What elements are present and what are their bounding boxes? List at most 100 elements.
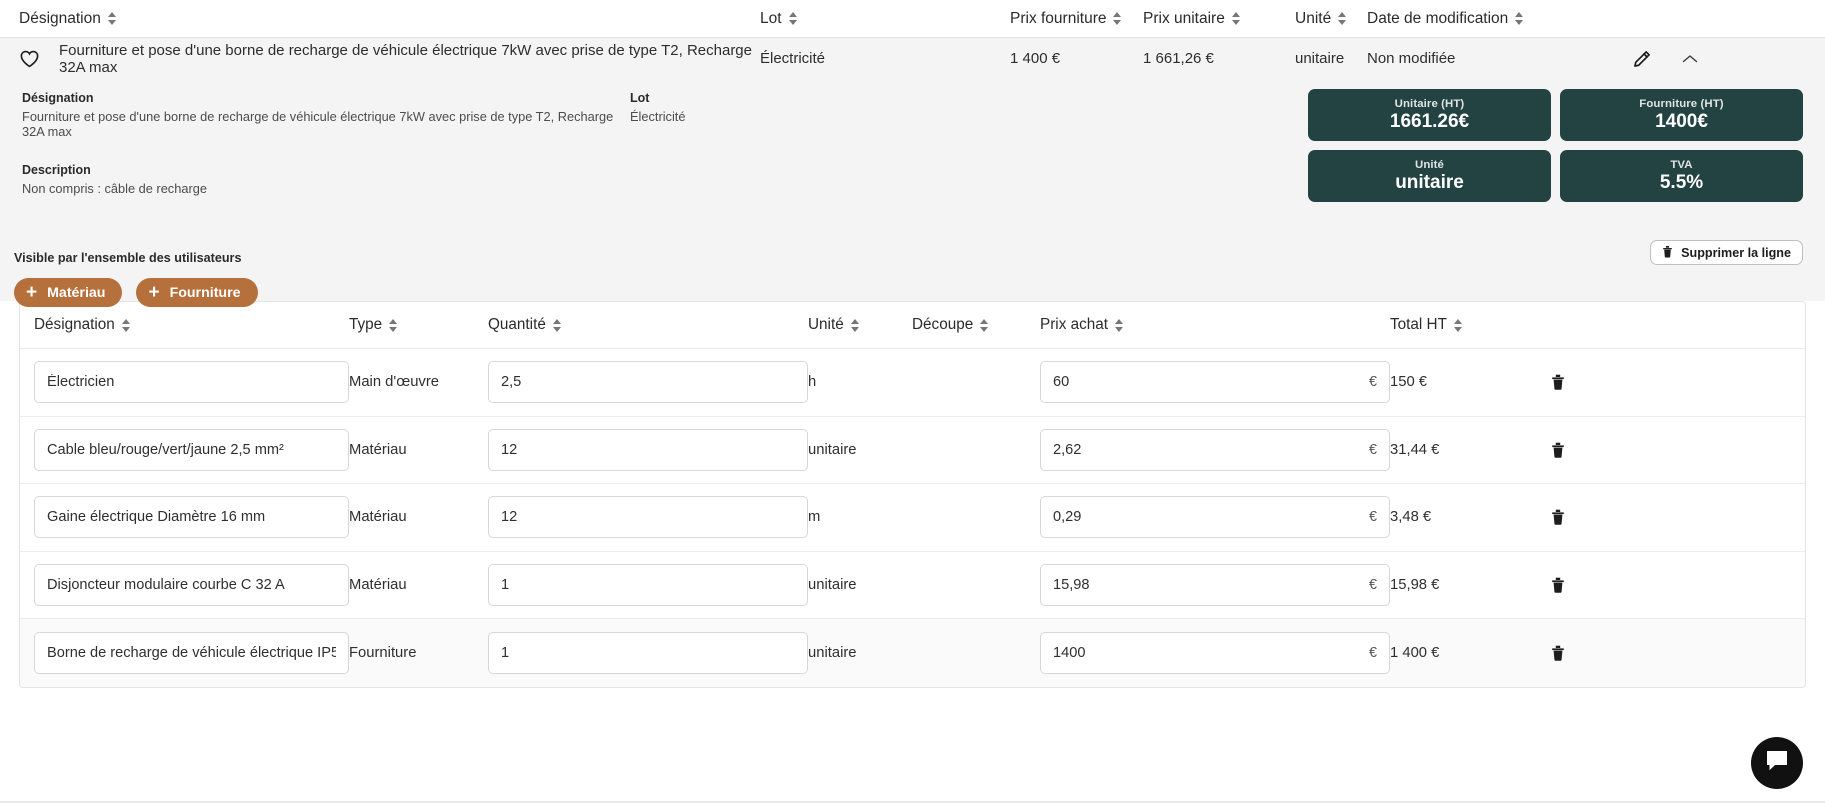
table-row[interactable]: Fourniture et pose d'une borne de rechar… bbox=[0, 37, 1825, 79]
cell-unite: unitaire bbox=[808, 442, 912, 458]
sub-table-wrapper: Désignation Type Quantité Unité Découpe bbox=[0, 301, 1825, 688]
sort-icon[interactable] bbox=[389, 319, 398, 332]
cell-designation bbox=[20, 564, 349, 606]
kpi-card-tva: TVA 5.5% bbox=[1560, 150, 1803, 202]
column-header-label: Prix unitaire bbox=[1143, 10, 1225, 28]
cell-unite: h bbox=[808, 374, 912, 390]
row-unite: unitaire bbox=[1295, 50, 1367, 67]
add-fourniture-button[interactable]: + Fourniture bbox=[136, 278, 257, 307]
sub-column-header-decoupe[interactable]: Découpe bbox=[912, 316, 1040, 334]
row-date-modification: Non modifiée bbox=[1367, 50, 1612, 67]
cell-actions bbox=[1528, 577, 1588, 593]
kpi-value: 1400€ bbox=[1655, 111, 1708, 133]
devis-line-detail-page: Désignation Lot Prix fourniture Prix uni… bbox=[0, 0, 1825, 803]
add-materiau-button[interactable]: + Matériau bbox=[14, 278, 122, 307]
sort-icon[interactable] bbox=[1515, 12, 1524, 25]
sub-column-header-designation[interactable]: Désignation bbox=[20, 316, 349, 334]
sub-column-header-unite[interactable]: Unité bbox=[808, 316, 912, 334]
plus-icon: + bbox=[26, 283, 37, 302]
table-row: Fourniture unitaire € 1 400 € bbox=[20, 619, 1805, 687]
sort-icon[interactable] bbox=[122, 319, 131, 332]
cell-unite: unitaire bbox=[808, 577, 912, 593]
prix-achat-input[interactable] bbox=[1040, 564, 1390, 606]
cell-quantite bbox=[488, 429, 808, 471]
quantite-input[interactable] bbox=[488, 361, 808, 403]
sort-icon[interactable] bbox=[980, 319, 989, 332]
designation-input[interactable] bbox=[34, 632, 349, 674]
cell-type: Matériau bbox=[349, 442, 488, 458]
kpi-card-unitaire-ht: Unitaire (HT) 1661.26€ bbox=[1308, 89, 1551, 141]
sort-icon[interactable] bbox=[1338, 12, 1347, 25]
cell-designation bbox=[20, 632, 349, 674]
pencil-icon[interactable] bbox=[1632, 49, 1652, 69]
quantite-input[interactable] bbox=[488, 632, 808, 674]
sub-column-header-total-ht[interactable]: Total HT bbox=[1390, 316, 1528, 334]
sort-icon[interactable] bbox=[1454, 319, 1463, 332]
column-header-date-modification[interactable]: Date de modification bbox=[1367, 10, 1612, 28]
sort-icon[interactable] bbox=[1232, 12, 1241, 25]
column-header-lot[interactable]: Lot bbox=[760, 10, 1010, 28]
detail-description-value: Non compris : câble de recharge bbox=[22, 181, 630, 196]
cell-actions bbox=[1528, 374, 1588, 390]
heart-icon[interactable] bbox=[19, 49, 40, 68]
sort-icon[interactable] bbox=[553, 319, 562, 332]
column-header-prix-unitaire[interactable]: Prix unitaire bbox=[1143, 10, 1295, 28]
kpi-value: 5.5% bbox=[1660, 172, 1703, 194]
kpi-card-unite: Unité unitaire bbox=[1308, 150, 1551, 202]
designation-input[interactable] bbox=[34, 361, 349, 403]
sort-icon[interactable] bbox=[789, 12, 798, 25]
kpi-value: 1661.26€ bbox=[1390, 111, 1469, 133]
line-detail-panel: Désignation Fourniture et pose d'une bor… bbox=[0, 79, 1825, 301]
prix-achat-input[interactable] bbox=[1040, 496, 1390, 538]
chevron-up-icon[interactable] bbox=[1682, 54, 1698, 64]
column-header-unite[interactable]: Unité bbox=[1295, 10, 1367, 28]
detail-lot-label: Lot bbox=[630, 91, 930, 105]
sub-column-header-quantite[interactable]: Quantité bbox=[488, 316, 808, 334]
trash-icon[interactable] bbox=[1551, 509, 1565, 525]
cell-prix-achat: € bbox=[1040, 496, 1390, 538]
prix-achat-input[interactable] bbox=[1040, 361, 1390, 403]
trash-icon[interactable] bbox=[1551, 577, 1565, 593]
cell-designation bbox=[20, 361, 349, 403]
trash-icon[interactable] bbox=[1551, 442, 1565, 458]
delete-line-button[interactable]: Supprimer la ligne bbox=[1650, 240, 1803, 265]
kpi-card-group: Unitaire (HT) 1661.26€ Fourniture (HT) 1… bbox=[1308, 89, 1803, 202]
designation-input[interactable] bbox=[34, 429, 349, 471]
add-button-group: + Matériau + Fourniture bbox=[14, 278, 258, 307]
kpi-card-fourniture-ht: Fourniture (HT) 1400€ bbox=[1560, 89, 1803, 141]
column-header-designation[interactable]: Désignation bbox=[0, 10, 760, 28]
cell-prix-achat: € bbox=[1040, 564, 1390, 606]
sub-column-header-prix-achat[interactable]: Prix achat bbox=[1040, 316, 1390, 334]
prix-achat-input[interactable] bbox=[1040, 632, 1390, 674]
cell-prix-achat: € bbox=[1040, 429, 1390, 471]
prix-achat-input[interactable] bbox=[1040, 429, 1390, 471]
sub-column-header-type[interactable]: Type bbox=[349, 316, 488, 334]
components-table: Désignation Type Quantité Unité Découpe bbox=[19, 301, 1806, 688]
sort-icon[interactable] bbox=[851, 319, 860, 332]
column-header-label: Unité bbox=[1295, 10, 1331, 28]
table-row: Matériau unitaire € 31,44 € bbox=[20, 417, 1805, 485]
trash-icon[interactable] bbox=[1551, 645, 1565, 661]
cell-designation bbox=[20, 496, 349, 538]
designation-input[interactable] bbox=[34, 496, 349, 538]
sort-icon[interactable] bbox=[1115, 319, 1124, 332]
detail-designation-field: Désignation Fourniture et pose d'une bor… bbox=[22, 91, 630, 139]
cell-prix-achat: € bbox=[1040, 361, 1390, 403]
trash-icon[interactable] bbox=[1551, 374, 1565, 390]
chat-widget-button[interactable] bbox=[1751, 737, 1803, 789]
column-header-label: Désignation bbox=[19, 10, 101, 28]
quantite-input[interactable] bbox=[488, 496, 808, 538]
quantite-input[interactable] bbox=[488, 564, 808, 606]
sort-icon[interactable] bbox=[108, 12, 117, 25]
column-header-label: Total HT bbox=[1390, 316, 1447, 334]
cell-quantite bbox=[488, 564, 808, 606]
cell-type: Matériau bbox=[349, 577, 488, 593]
detail-designation-label: Désignation bbox=[22, 91, 630, 105]
sort-icon[interactable] bbox=[1113, 12, 1122, 25]
quantite-input[interactable] bbox=[488, 429, 808, 471]
column-header-prix-fourniture[interactable]: Prix fourniture bbox=[1010, 10, 1143, 28]
detail-designation-value: Fourniture et pose d'une borne de rechar… bbox=[22, 109, 630, 139]
designation-input[interactable] bbox=[34, 564, 349, 606]
cell-actions bbox=[1528, 442, 1588, 458]
delete-line-label: Supprimer la ligne bbox=[1681, 246, 1791, 260]
